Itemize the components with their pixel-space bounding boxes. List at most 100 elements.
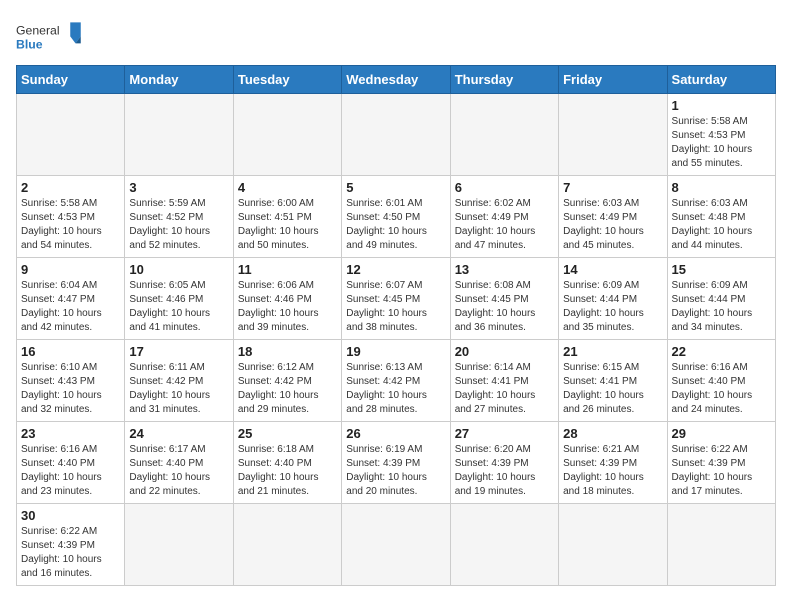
calendar-week-3: 9Sunrise: 6:04 AM Sunset: 4:47 PM Daylig… xyxy=(17,258,776,340)
calendar-week-4: 16Sunrise: 6:10 AM Sunset: 4:43 PM Dayli… xyxy=(17,340,776,422)
day-info: Sunrise: 6:03 AM Sunset: 4:48 PM Dayligh… xyxy=(672,197,771,253)
calendar-cell: 2 Sunrise: 5:58 AM Sunset: 4:53 PM Daylig… xyxy=(17,176,125,258)
calendar-cell xyxy=(17,94,125,176)
calendar-cell: 25 Sunrise: 6:18 AM Sunset: 4:40 PM Dayli… xyxy=(233,422,341,504)
day-number: 23 xyxy=(21,426,120,441)
calendar-cell: 24 Sunrise: 6:17 AM Sunset: 4:40 PM Dayli… xyxy=(125,422,233,504)
calendar-cell: 27 Sunrise: 6:20 AM Sunset: 4:39 PM Dayli… xyxy=(450,422,558,504)
calendar-cell xyxy=(559,504,667,586)
weekday-header-thursday: Thursday xyxy=(450,66,558,94)
calendar-cell xyxy=(342,504,450,586)
day-info: Sunrise: 6:20 AM Sunset: 4:39 PM Dayligh… xyxy=(455,443,554,499)
day-number: 5 xyxy=(346,180,445,195)
day-number: 6 xyxy=(455,180,554,195)
day-info: Sunrise: 5:59 AM Sunset: 4:52 PM Dayligh… xyxy=(129,197,228,253)
day-number: 18 xyxy=(238,344,337,359)
day-number: 12 xyxy=(346,262,445,277)
calendar-cell: 11Sunrise: 6:06 AM Sunset: 4:46 PM Dayli… xyxy=(233,258,341,340)
day-info: Sunrise: 6:09 AM Sunset: 4:44 PM Dayligh… xyxy=(672,279,771,335)
day-info: Sunrise: 6:07 AM Sunset: 4:45 PM Dayligh… xyxy=(346,279,445,335)
calendar-cell: 12 Sunrise: 6:07 AM Sunset: 4:45 PM Dayli… xyxy=(342,258,450,340)
calendar-cell: 28 Sunrise: 6:21 AM Sunset: 4:39 PM Dayli… xyxy=(559,422,667,504)
calendar-cell: 22 Sunrise: 6:16 AM Sunset: 4:40 PM Dayli… xyxy=(667,340,775,422)
day-number: 15 xyxy=(672,262,771,277)
day-number: 26 xyxy=(346,426,445,441)
weekday-header-tuesday: Tuesday xyxy=(233,66,341,94)
day-info: Sunrise: 5:58 AM Sunset: 4:53 PM Dayligh… xyxy=(21,197,120,253)
day-number: 28 xyxy=(563,426,662,441)
logo-svg: General Blue xyxy=(16,16,86,61)
weekday-header-saturday: Saturday xyxy=(667,66,775,94)
calendar-cell: 5 Sunrise: 6:01 AM Sunset: 4:50 PM Daylig… xyxy=(342,176,450,258)
day-number: 3 xyxy=(129,180,228,195)
calendar-cell: 17Sunrise: 6:11 AM Sunset: 4:42 PM Dayli… xyxy=(125,340,233,422)
weekday-header-wednesday: Wednesday xyxy=(342,66,450,94)
calendar-cell xyxy=(342,94,450,176)
day-info: Sunrise: 6:16 AM Sunset: 4:40 PM Dayligh… xyxy=(21,443,120,499)
day-info: Sunrise: 6:17 AM Sunset: 4:40 PM Dayligh… xyxy=(129,443,228,499)
day-number: 14 xyxy=(563,262,662,277)
calendar-cell: 13Sunrise: 6:08 AM Sunset: 4:45 PM Dayli… xyxy=(450,258,558,340)
calendar-cell xyxy=(450,94,558,176)
day-info: Sunrise: 6:16 AM Sunset: 4:40 PM Dayligh… xyxy=(672,361,771,417)
weekday-header-row: SundayMondayTuesdayWednesdayThursdayFrid… xyxy=(17,66,776,94)
logo: General Blue xyxy=(16,16,86,61)
day-info: Sunrise: 6:18 AM Sunset: 4:40 PM Dayligh… xyxy=(238,443,337,499)
day-info: Sunrise: 6:22 AM Sunset: 4:39 PM Dayligh… xyxy=(672,443,771,499)
svg-text:Blue: Blue xyxy=(16,38,43,52)
calendar-cell xyxy=(667,504,775,586)
day-number: 25 xyxy=(238,426,337,441)
svg-text:General: General xyxy=(16,24,60,38)
day-number: 8 xyxy=(672,180,771,195)
calendar-week-1: 1Sunrise: 5:58 AM Sunset: 4:53 PM Daylig… xyxy=(17,94,776,176)
day-info: Sunrise: 6:19 AM Sunset: 4:39 PM Dayligh… xyxy=(346,443,445,499)
day-info: Sunrise: 6:01 AM Sunset: 4:50 PM Dayligh… xyxy=(346,197,445,253)
calendar-cell: 26 Sunrise: 6:19 AM Sunset: 4:39 PM Dayli… xyxy=(342,422,450,504)
calendar-cell: 14 Sunrise: 6:09 AM Sunset: 4:44 PM Dayli… xyxy=(559,258,667,340)
calendar-cell xyxy=(125,94,233,176)
day-number: 30 xyxy=(21,508,120,523)
calendar-cell xyxy=(125,504,233,586)
day-info: Sunrise: 6:21 AM Sunset: 4:39 PM Dayligh… xyxy=(563,443,662,499)
day-number: 27 xyxy=(455,426,554,441)
calendar-cell xyxy=(233,94,341,176)
day-info: Sunrise: 6:13 AM Sunset: 4:42 PM Dayligh… xyxy=(346,361,445,417)
calendar-cell: 30 Sunrise: 6:22 AM Sunset: 4:39 PM Dayli… xyxy=(17,504,125,586)
day-info: Sunrise: 6:09 AM Sunset: 4:44 PM Dayligh… xyxy=(563,279,662,335)
day-number: 29 xyxy=(672,426,771,441)
calendar-cell: 10 Sunrise: 6:05 AM Sunset: 4:46 PM Dayli… xyxy=(125,258,233,340)
calendar-cell: 15 Sunrise: 6:09 AM Sunset: 4:44 PM Dayli… xyxy=(667,258,775,340)
weekday-header-friday: Friday xyxy=(559,66,667,94)
day-number: 22 xyxy=(672,344,771,359)
day-number: 2 xyxy=(21,180,120,195)
weekday-header-monday: Monday xyxy=(125,66,233,94)
day-info: Sunrise: 6:22 AM Sunset: 4:39 PM Dayligh… xyxy=(21,525,120,581)
calendar-cell: 7 Sunrise: 6:03 AM Sunset: 4:49 PM Daylig… xyxy=(559,176,667,258)
day-number: 10 xyxy=(129,262,228,277)
calendar-cell: 1Sunrise: 5:58 AM Sunset: 4:53 PM Daylig… xyxy=(667,94,775,176)
calendar-cell: 4Sunrise: 6:00 AM Sunset: 4:51 PM Daylig… xyxy=(233,176,341,258)
day-info: Sunrise: 6:04 AM Sunset: 4:47 PM Dayligh… xyxy=(21,279,120,335)
day-info: Sunrise: 6:14 AM Sunset: 4:41 PM Dayligh… xyxy=(455,361,554,417)
calendar-week-5: 23 Sunrise: 6:16 AM Sunset: 4:40 PM Dayli… xyxy=(17,422,776,504)
calendar-cell xyxy=(559,94,667,176)
day-number: 20 xyxy=(455,344,554,359)
day-info: Sunrise: 6:02 AM Sunset: 4:49 PM Dayligh… xyxy=(455,197,554,253)
day-info: Sunrise: 6:03 AM Sunset: 4:49 PM Dayligh… xyxy=(563,197,662,253)
calendar-cell: 21 Sunrise: 6:15 AM Sunset: 4:41 PM Dayli… xyxy=(559,340,667,422)
day-info: Sunrise: 6:15 AM Sunset: 4:41 PM Dayligh… xyxy=(563,361,662,417)
day-number: 7 xyxy=(563,180,662,195)
calendar-cell: 29 Sunrise: 6:22 AM Sunset: 4:39 PM Dayli… xyxy=(667,422,775,504)
calendar-week-6: 30 Sunrise: 6:22 AM Sunset: 4:39 PM Dayli… xyxy=(17,504,776,586)
calendar-cell: 6 Sunrise: 6:02 AM Sunset: 4:49 PM Daylig… xyxy=(450,176,558,258)
day-number: 24 xyxy=(129,426,228,441)
day-info: Sunrise: 6:05 AM Sunset: 4:46 PM Dayligh… xyxy=(129,279,228,335)
day-number: 21 xyxy=(563,344,662,359)
day-info: Sunrise: 6:06 AM Sunset: 4:46 PM Dayligh… xyxy=(238,279,337,335)
weekday-header-sunday: Sunday xyxy=(17,66,125,94)
day-number: 17 xyxy=(129,344,228,359)
day-info: Sunrise: 6:10 AM Sunset: 4:43 PM Dayligh… xyxy=(21,361,120,417)
calendar-cell xyxy=(233,504,341,586)
day-number: 13 xyxy=(455,262,554,277)
day-info: Sunrise: 6:00 AM Sunset: 4:51 PM Dayligh… xyxy=(238,197,337,253)
